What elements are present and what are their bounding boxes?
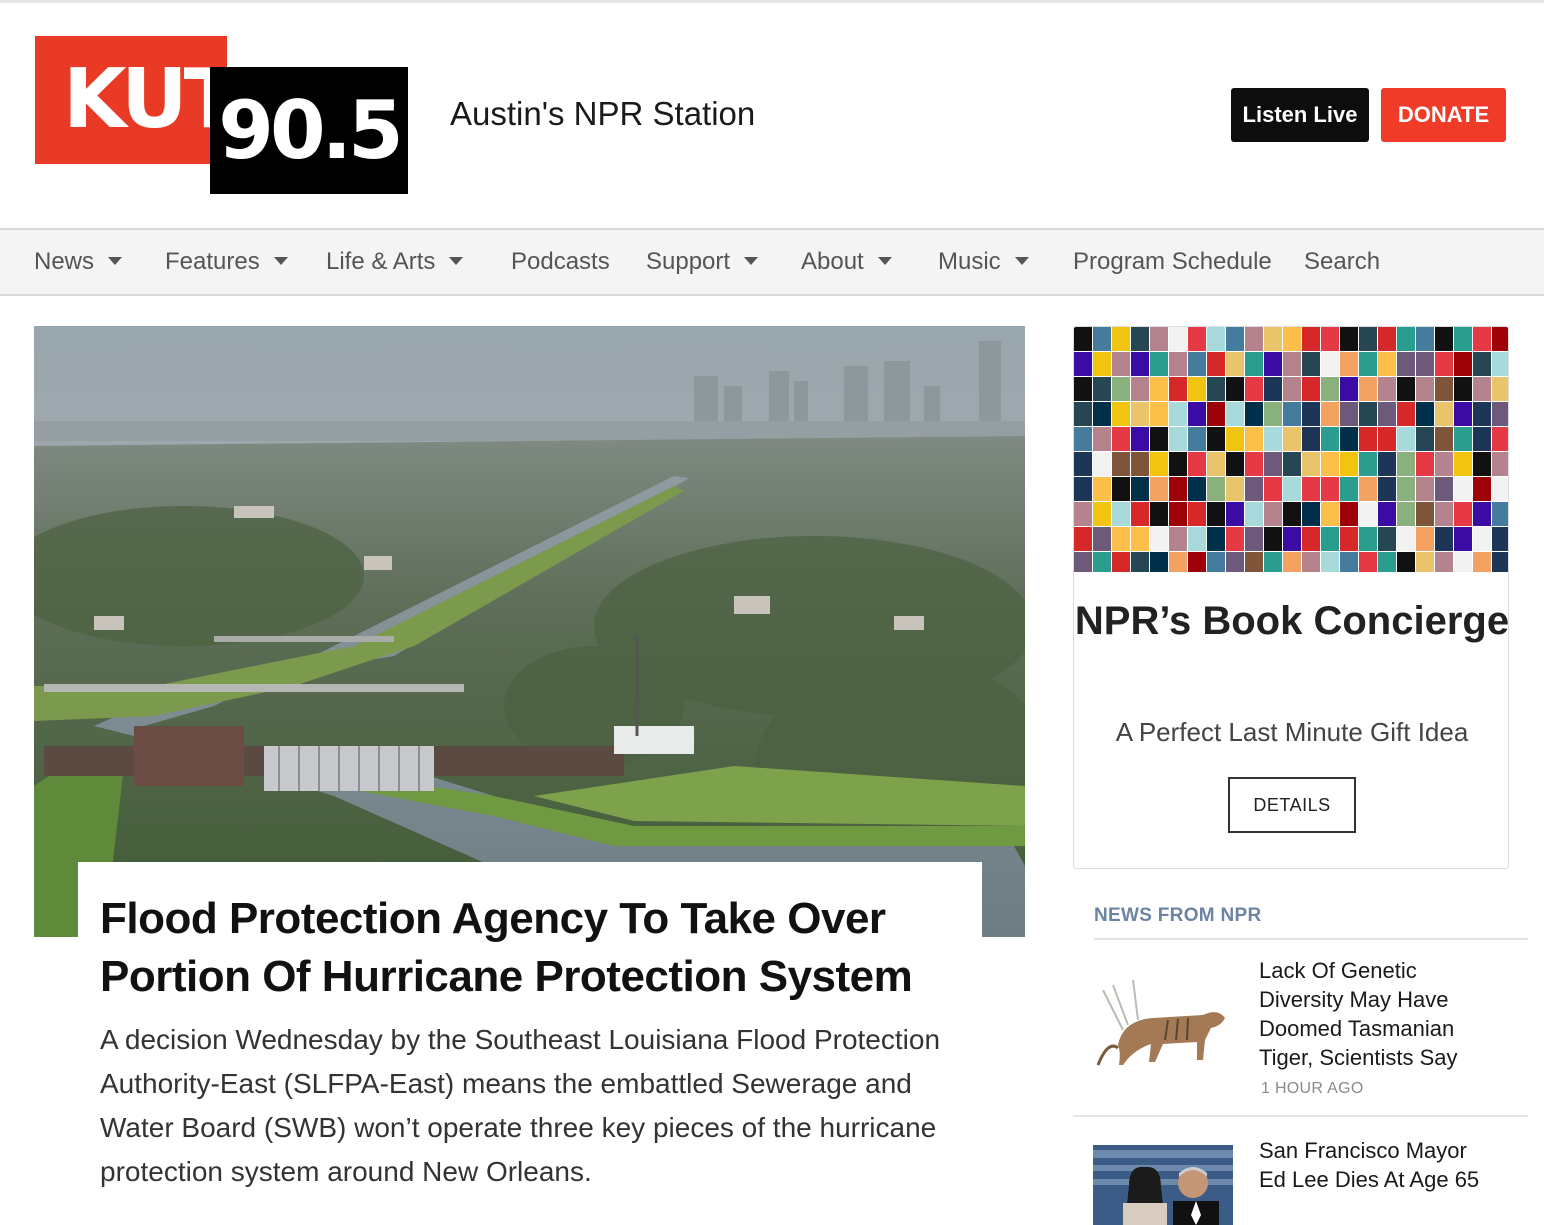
logo-kut-text: KUT <box>35 36 240 164</box>
caret-down-icon <box>449 257 464 265</box>
story-thumbnail <box>1093 1145 1233 1225</box>
book-concierge-promo[interactable]: NPR’s Book Concierge A Perfect Last Minu… <box>1073 326 1509 869</box>
section-divider <box>1094 938 1528 940</box>
nav-label: Podcasts <box>511 248 610 275</box>
nav-item-features[interactable]: Features <box>165 230 288 294</box>
hero-image[interactable] <box>34 326 1025 937</box>
nav-label: About <box>801 248 864 275</box>
caret-down-icon <box>744 257 759 265</box>
caret-down-icon <box>1014 257 1029 265</box>
npr-story-item[interactable]: San Francisco Mayor Ed Lee Dies At Age 6… <box>1073 1135 1528 1225</box>
nav-label: Search <box>1304 248 1381 275</box>
nav-label: Features <box>165 248 260 275</box>
nav-label: Support <box>646 248 731 275</box>
hero-summary: A decision Wednesday by the Southeast Lo… <box>100 1024 941 1187</box>
promo-subtitle: A Perfect Last Minute Gift Idea <box>1115 717 1469 747</box>
listen-live-button[interactable]: Listen Live <box>1231 88 1369 142</box>
kut-logo[interactable]: KUT 90.5 <box>35 36 408 194</box>
site-header: KUT 90.5 Austin's NPR Station Listen Liv… <box>0 3 1544 228</box>
story-divider <box>1073 1115 1528 1117</box>
caret-down-icon <box>273 257 288 265</box>
hero-headline[interactable]: Flood Protection Agency To Take Over Por… <box>100 890 980 1006</box>
station-tagline: Austin's NPR Station <box>450 95 756 132</box>
details-button[interactable]: DETAILS <box>1228 777 1356 833</box>
nav-label: Program Schedule <box>1073 248 1272 275</box>
book-covers-mosaic <box>1074 327 1508 572</box>
nav-label: Life & Arts <box>326 248 436 275</box>
thylacine-illustration <box>1093 970 1233 1070</box>
main-nav: News Features Life & Arts Podcasts Suppo… <box>0 228 1544 296</box>
nav-item-podcasts[interactable]: Podcasts <box>511 230 610 294</box>
logo-frequency-text: 90.5 <box>210 67 408 194</box>
caret-down-icon <box>108 257 123 265</box>
nav-item-news[interactable]: News <box>34 230 123 294</box>
story-title[interactable]: San Francisco Mayor Ed Lee Dies At Age 6… <box>1259 1136 1489 1194</box>
hero-photo-graphic <box>34 326 1025 937</box>
nav-item-search[interactable]: Search <box>1304 230 1380 294</box>
nav-item-support[interactable]: Support <box>646 230 759 294</box>
story-title[interactable]: Lack Of Genetic Diversity May Have Doome… <box>1259 956 1489 1072</box>
nav-item-life-arts[interactable]: Life & Arts <box>326 230 464 294</box>
story-thumbnail <box>1093 970 1233 1070</box>
npr-story-item[interactable]: Lack Of Genetic Diversity May Have Doome… <box>1073 955 1528 1117</box>
caret-down-icon <box>877 257 892 265</box>
donate-button[interactable]: DONATE <box>1381 88 1506 142</box>
nav-item-program-schedule[interactable]: Program Schedule <box>1073 230 1272 294</box>
mayor-photo <box>1093 1145 1233 1225</box>
nav-label: News <box>34 248 95 275</box>
nav-item-about[interactable]: About <box>801 230 892 294</box>
news-from-npr-heading: NEWS FROM NPR <box>1094 905 1262 926</box>
nav-label: Music <box>938 248 1001 275</box>
promo-title: NPR’s Book Concierge <box>1074 599 1509 643</box>
nav-item-music[interactable]: Music <box>938 230 1029 294</box>
story-timestamp: 1 HOUR AGO <box>1261 1080 1364 1097</box>
